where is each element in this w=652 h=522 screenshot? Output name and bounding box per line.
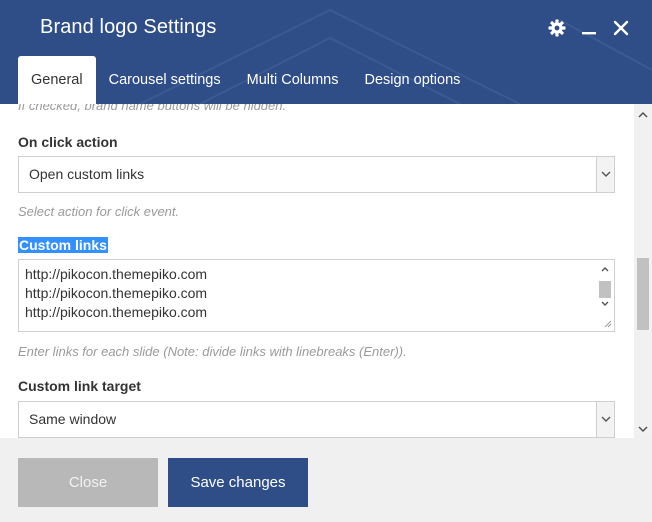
on-click-select[interactable]: Open custom links	[18, 156, 615, 193]
custom-links-textarea[interactable]: http://pikocon.themepiko.com http://piko…	[18, 259, 615, 332]
link-target-select[interactable]: Same window	[18, 401, 615, 438]
on-click-value: Open custom links	[29, 166, 145, 182]
hide-names-hint: If checked, brand name buttons will be h…	[18, 104, 287, 113]
scrollbar-thumb[interactable]	[637, 258, 649, 330]
scroll-down-icon[interactable]	[634, 420, 652, 438]
minimize-icon[interactable]	[580, 17, 598, 39]
close-button[interactable]: Close	[18, 458, 158, 507]
scroll-up-icon[interactable]	[634, 106, 652, 124]
gear-icon[interactable]	[548, 17, 566, 39]
dialog-footer: Close Save changes	[0, 438, 652, 522]
tab-bar: General Carousel settings Multi Columns …	[18, 56, 473, 104]
chevron-down-icon[interactable]	[596, 157, 614, 192]
panel-scrollbar[interactable]	[634, 104, 652, 438]
link-target-value: Same window	[29, 411, 117, 427]
link-target-label: Custom link target	[18, 378, 141, 394]
settings-panel: If checked, brand name buttons will be h…	[0, 104, 652, 438]
on-click-label: On click action	[18, 134, 118, 150]
custom-links-label: Custom links	[18, 237, 108, 253]
dialog-title: Brand logo Settings	[40, 16, 217, 38]
close-icon[interactable]	[612, 17, 630, 39]
tab-multi-columns[interactable]: Multi Columns	[234, 56, 352, 104]
custom-links-hint: Enter links for each slide (Note: divide…	[18, 344, 407, 359]
custom-link-line: http://pikocon.themepiko.com	[25, 266, 208, 282]
tab-carousel-settings[interactable]: Carousel settings	[96, 56, 234, 104]
chevron-down-icon[interactable]	[596, 402, 614, 437]
custom-link-line: http://pikocon.themepiko.com	[25, 285, 208, 301]
save-changes-button[interactable]: Save changes	[168, 458, 308, 507]
tab-general[interactable]: General	[18, 56, 96, 104]
on-click-hint: Select action for click event.	[18, 204, 180, 219]
tab-design-options[interactable]: Design options	[351, 56, 473, 104]
textarea-scrollbar[interactable]	[597, 261, 613, 330]
custom-link-line: http://pikocon.themepiko.com	[25, 304, 208, 320]
dialog-header: Brand logo Settings General Carousel set…	[0, 0, 652, 104]
